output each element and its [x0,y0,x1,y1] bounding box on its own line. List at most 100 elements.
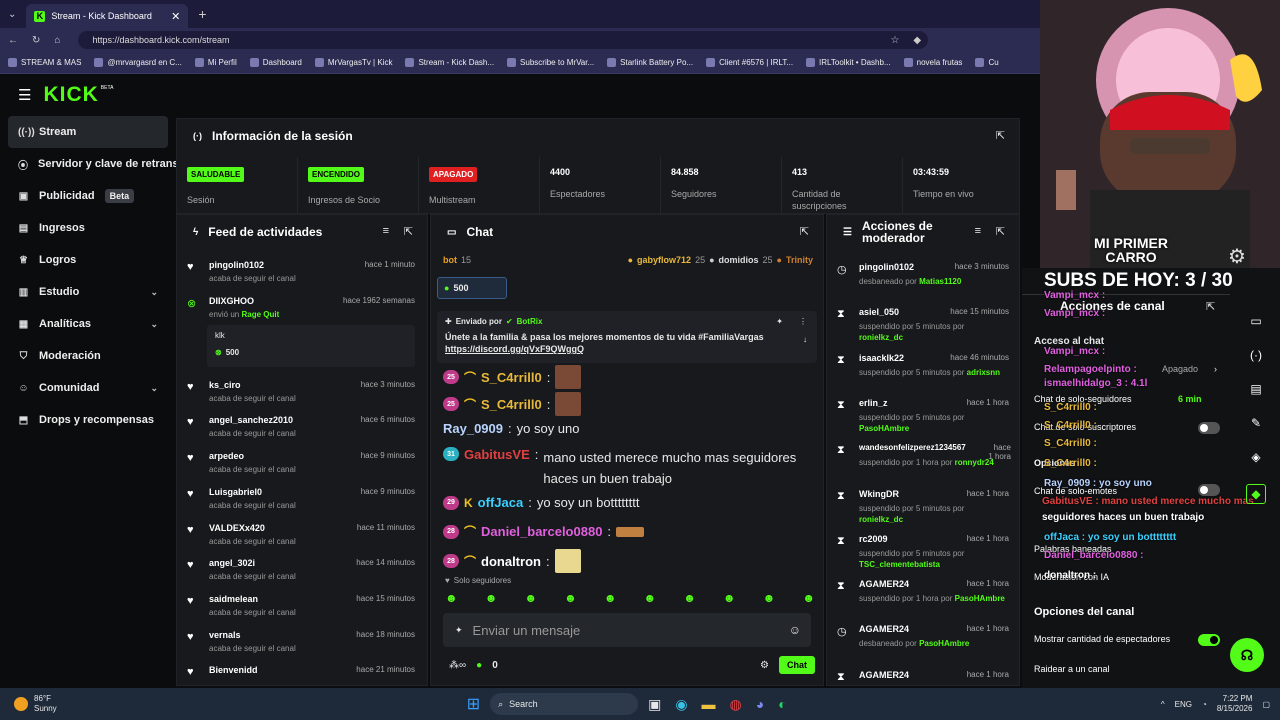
sidebar-item-6[interactable]: ▦ Analíticas ⌄ [0,308,176,340]
sidebar-item-1[interactable]: ⦿ Servidor y clave de retransmisión [0,148,214,180]
broadcast-tool-icon[interactable]: (·) [1250,348,1262,362]
expand-feed-icon[interactable]: ⇱ [404,225,413,238]
feed-item[interactable]: ♥ arpedeo hace 9 minutos acaba de seguir el… [177,446,427,482]
edge-browser-icon[interactable]: ◉ [675,696,687,713]
emotes-only-toggle[interactable] [1198,484,1220,496]
expand-icon[interactable]: ⇱ [996,129,1005,142]
chat-message[interactable]: 29 KoffJaca: yo soy un botttttttt [443,495,813,510]
chrome-icon[interactable]: ◍ [730,696,742,713]
browser-tab[interactable]: K Stream - Kick Dashboard ✕ [26,4,189,28]
sidebar-item-7[interactable]: ⛉ Moderación [0,340,176,372]
bookmark-item[interactable]: IRLToolkit • Dashb... [806,58,891,67]
bookmark-item[interactable]: Stream - Kick Dash... [405,58,494,67]
spotify-icon[interactable]: ◐ [778,696,786,713]
bookmark-item[interactable]: Client #6576 | IRLT... [706,58,793,67]
feed-item[interactable]: ♥ vernals hace 18 minutos acaba de seguir e… [177,625,427,661]
chat-message[interactable]: 28 ⌒ Daniel_barcelo0880: [443,523,813,540]
mod-action-item[interactable]: ⧗ AGAMER24 hace 1 hora suspendido por 1 hor… [827,574,1019,618]
filter-icon[interactable]: ≡ [383,225,389,237]
show-viewers-toggle[interactable] [1198,634,1220,646]
emote-icon[interactable]: ☻ [445,591,458,605]
bookmark-item[interactable]: Mi Perfil [194,58,237,67]
notification-icon[interactable]: ▢ [1262,700,1270,709]
more-options-icon[interactable]: ⋮ [799,317,807,326]
clock[interactable]: 7:22 PM 8/15/2026 [1217,694,1253,714]
url-field[interactable]: https://dashboard.kick.com/stream [78,31,929,49]
mod-action-item[interactable]: ◷ pingolin0102 hace 3 minutos desbaneado po… [827,257,1019,301]
help-button[interactable]: ☊ [1230,638,1264,672]
mod-expand-icon[interactable]: ⇱ [996,225,1005,238]
sidebar-item-0[interactable]: ((·)) Stream [8,116,168,148]
chat-message[interactable]: 31 GabitusVE: mano usted merece mucho mas … [443,447,813,489]
mod-action-item[interactable]: ⧗ erlin_z hace 1 hora suspendido por 5 minu… [827,393,1019,437]
emote-icon[interactable]: ☻ [763,591,776,605]
mod-filter-icon[interactable]: ≡ [975,225,981,237]
chat-tool-icon[interactable]: ▭ [1250,314,1261,328]
mod-action-item[interactable]: ⧗ asiel_050 hace 15 minutos suspendido por … [827,302,1019,346]
subs-only-toggle[interactable] [1198,422,1220,434]
chat-username[interactable]: S_C4rrill0 [481,397,542,412]
sidebar-item-5[interactable]: ▥ Estudio ⌄ [0,276,176,308]
chat-message[interactable]: 28 ⌒ donaltron: [443,549,813,573]
wifi-icon[interactable]: ◔ [1202,700,1207,709]
kick-logo[interactable]: KICK [43,83,98,107]
layout-tool-icon[interactable]: ▤ [1250,382,1261,396]
hamburger-menu-icon[interactable]: ☰ [18,86,31,104]
chat-username[interactable]: Daniel_barcelo0880 [481,524,602,539]
language-indicator[interactable]: ENG [1175,700,1192,709]
chat-username[interactable]: donaltron [481,554,541,569]
file-explorer-icon[interactable]: ▬ [702,696,716,713]
access-value[interactable]: Apagado [1162,364,1198,374]
back-icon[interactable]: ← [8,35,18,46]
settings-gear-icon[interactable]: ⚙ [760,660,769,671]
mod-action-item[interactable]: ◷ AGAMER24 hace 1 hora desbaneado por PasoH… [827,619,1019,663]
emote-icon[interactable]: ☻ [644,591,657,605]
sidebar-item-8[interactable]: ☺ Comunidad ⌄ [0,372,176,404]
weather-widget[interactable]: 86°F Sunny [34,694,57,714]
close-tab-icon[interactable]: ✕ [171,10,180,23]
emote-icon[interactable]: ☻ [802,591,815,605]
popout-chat-icon[interactable]: ⇱ [800,225,809,238]
emote-icon[interactable]: ☻ [524,591,537,605]
mod-action-item[interactable]: ⧗ WkingDR hace 1 hora suspendido por 5 minu… [827,484,1019,528]
emote-icon[interactable]: ☻ [485,591,498,605]
send-chat-button[interactable]: Chat [779,656,815,674]
taskbar-search[interactable]: ⌕ Search [490,693,639,715]
users-icon[interactable]: ⁂∞ [449,660,466,671]
mod-action-item[interactable]: ⧗ rc2009 hace 1 hora suspendido por 5 minut… [827,529,1019,573]
start-windows-icon[interactable]: ⊞ [467,694,480,714]
sidebar-item-2[interactable]: ▣ Publicidad Beta [0,180,176,212]
collapse-icon[interactable]: ↓ [803,335,807,344]
tray-chevron-icon[interactable]: ^ [1161,700,1165,709]
bookmark-item[interactable]: Subscribe to MrVar... [507,58,594,67]
feed-item[interactable]: ⊗ DIIXGHOO hace 1962 semanas envió un Rage … [177,291,427,373]
emote-icon[interactable]: ☻ [604,591,617,605]
emoji-icon[interactable]: ☺ [789,623,801,637]
unpin-icon[interactable]: ✦ [776,317,783,326]
feed-item[interactable]: ♥ pingolin0102 hace 1 minuto acaba de segui… [177,255,427,291]
bookmark-item[interactable]: STREAM & MAS [8,58,81,67]
feed-item[interactable]: ♥ angel_sanchez2010 hace 6 minutos acaba de… [177,410,427,446]
new-tab-icon[interactable]: + [198,6,206,22]
channel-expand-icon[interactable]: ⇱ [1206,300,1215,313]
chat-message[interactable]: 25 ⌒ S_C4rrill0: [443,392,813,416]
active-tool-icon[interactable]: ◆ [1246,484,1266,504]
tab-menu-icon[interactable]: ⌄ [8,9,16,20]
emote-icon[interactable]: ☻ [564,591,577,605]
raid-option[interactable]: Raidear a un canal [1034,664,1110,674]
feed-item[interactable]: ♥ ks_ciro hace 3 minutos acaba de seguir el… [177,375,427,411]
show-viewers-option[interactable]: Mostrar cantidad de espectadores [1034,634,1170,644]
feed-item[interactable]: ♥ Luisgabriel0 hace 9 minutos acaba de segu… [177,482,427,518]
feed-item[interactable]: ♥ Bienvenidd hace 21 minutos [177,660,427,685]
mod-action-item[interactable]: ⧗ wandesonfelizperez1234567 hace 1 hora sus… [827,438,1019,482]
chat-message[interactable]: Ray_0909: yo soy uno [443,421,813,436]
favorite-star-icon[interactable]: ☆ [890,35,899,46]
chat-username[interactable]: Ray_0909 [443,421,503,436]
feed-item[interactable]: ♥ angel_302i hace 14 minutos acaba de segui… [177,553,427,589]
pinned-link[interactable]: https://discord.gg/qVxF9QWggQ [445,344,809,354]
bookmark-item[interactable]: novela frutas [903,58,962,67]
pinned-message[interactable]: ✚ Enviado por ✔ BotRix Únete a la famili… [437,311,817,363]
feed-item[interactable]: ♥ VALDEXx420 hace 11 minutos acaba de segui… [177,518,427,554]
bookmark-item[interactable]: MrVargasTv | Kick [314,58,392,67]
kicks-chip[interactable]: ● 500 [437,277,507,299]
